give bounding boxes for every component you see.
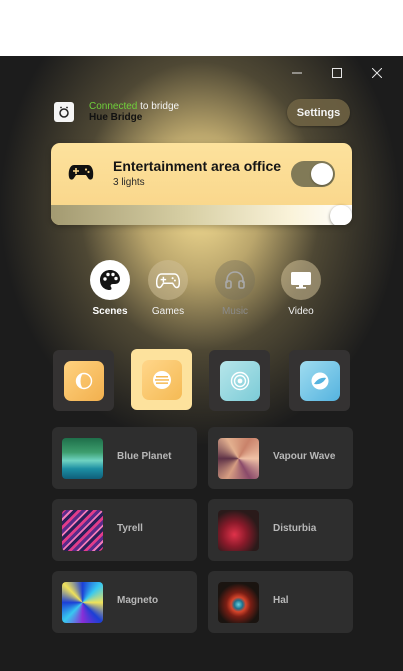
tab-games[interactable]: Games [138, 260, 198, 317]
scene-label: Tyrell [117, 523, 143, 534]
sync-style-selector [53, 349, 351, 412]
scene-thumbnail-magneto [62, 582, 103, 623]
tab-video[interactable]: Video [271, 260, 331, 317]
high-style-icon [219, 360, 260, 401]
monitor-icon [291, 272, 311, 289]
scene-label: Magneto [117, 595, 159, 606]
scene-thumbnail-hal [218, 582, 259, 623]
window-controls [277, 62, 397, 84]
sync-toggle[interactable] [291, 161, 335, 187]
scene-thumbnail-vapour-wave [218, 438, 259, 479]
bridge-connection-status: Connected to bridge [89, 101, 179, 112]
tab-games-label: Games [151, 306, 185, 317]
hue-sync-window: Connected to bridge Hue Bridge Settings … [0, 56, 403, 671]
scene-thumbnail-tyrell [62, 510, 103, 551]
tab-music-button[interactable] [215, 260, 255, 300]
entertainment-area-light-count: 3 lights [113, 177, 145, 188]
close-button[interactable] [357, 62, 397, 84]
tab-games-button[interactable] [148, 260, 188, 300]
scene-tile-blue-planet[interactable]: Blue Planet [52, 427, 197, 489]
tab-scenes-label: Scenes [92, 306, 128, 317]
subtle-style-icon [63, 360, 104, 401]
intense-style-icon [299, 360, 340, 401]
close-icon [372, 68, 382, 78]
maximize-icon [332, 68, 342, 78]
scene-thumbnail-disturbia [218, 510, 259, 551]
scene-label: Hal [273, 595, 289, 606]
tab-scenes-button[interactable] [90, 260, 130, 300]
style-moderate-button[interactable] [131, 349, 192, 410]
entertainment-area-card[interactable]: Entertainment area office 3 lights [51, 143, 352, 225]
scene-tile-tyrell[interactable]: Tyrell [52, 499, 197, 561]
to-bridge-label: to bridge [140, 101, 180, 112]
maximize-button[interactable] [317, 62, 357, 84]
settings-button[interactable]: Settings [287, 99, 350, 126]
tab-video-button[interactable] [281, 260, 321, 300]
bridge-icon [54, 102, 74, 122]
connected-label: Connected [89, 101, 138, 112]
scene-tile-hal[interactable]: Hal [208, 571, 353, 633]
style-high-button[interactable] [209, 350, 270, 411]
brightness-slider[interactable] [51, 205, 352, 225]
moderate-style-icon [141, 359, 182, 400]
minimize-icon [292, 72, 302, 74]
scene-tile-vapour-wave[interactable]: Vapour Wave [208, 427, 353, 489]
scene-label: Disturbia [273, 523, 317, 534]
gamepad-icon [156, 272, 180, 288]
scene-label: Vapour Wave [273, 451, 336, 462]
entertainment-area-title: Entertainment area office [113, 158, 282, 174]
bridge-name: Hue Bridge [89, 112, 143, 123]
scene-label: Blue Planet [117, 451, 172, 462]
tab-video-label: Video [288, 306, 314, 317]
mode-tabs: Scenes Games Music Video [80, 260, 326, 320]
tab-music-label: Music [221, 306, 249, 317]
gamepad-icon [68, 165, 94, 180]
headphones-icon [225, 271, 245, 289]
style-subtle-button[interactable] [53, 350, 114, 411]
palette-icon [100, 270, 120, 290]
scene-tile-disturbia[interactable]: Disturbia [208, 499, 353, 561]
scene-thumbnail-blue-planet [62, 438, 103, 479]
tab-scenes[interactable]: Scenes [80, 260, 140, 317]
bridge-info: Connected to bridge Hue Bridge [89, 101, 179, 123]
tab-music[interactable]: Music [205, 260, 265, 317]
sync-toggle-knob [311, 163, 333, 185]
scene-tile-magneto[interactable]: Magneto [52, 571, 197, 633]
style-intense-button[interactable] [289, 350, 350, 411]
brightness-slider-thumb[interactable] [330, 205, 352, 225]
minimize-button[interactable] [277, 62, 317, 84]
scene-grid: Blue Planet Vapour Wave Tyrell Disturbia… [52, 427, 353, 633]
